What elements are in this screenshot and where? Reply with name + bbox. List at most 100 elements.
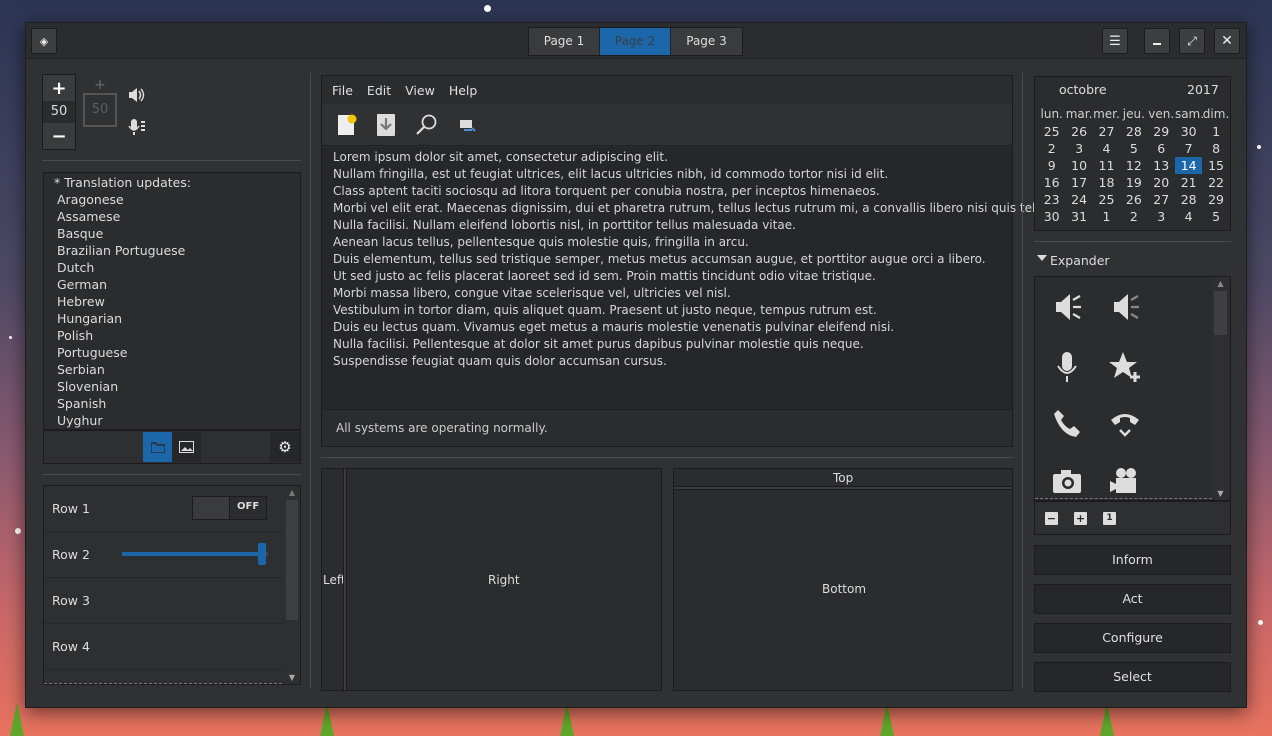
calendar-day[interactable]: 5	[1202, 208, 1229, 225]
calendar-day[interactable]: 28	[1120, 123, 1147, 140]
mic-button[interactable]	[127, 118, 149, 138]
video-camera-icon[interactable]	[1105, 461, 1145, 501]
download-button[interactable]	[376, 113, 398, 137]
phone-icon[interactable]	[1047, 403, 1087, 443]
star-add-icon[interactable]	[1105, 347, 1145, 387]
calendar-day[interactable]: 11	[1093, 157, 1120, 174]
calendar-day[interactable]: 20	[1148, 174, 1175, 191]
calendar-day[interactable]: 26	[1065, 123, 1092, 140]
scroll-up-arrow[interactable]: ▲	[1212, 277, 1229, 291]
camera-icon[interactable]	[1047, 461, 1087, 501]
list-item[interactable]: Assamese	[44, 208, 300, 225]
list-item[interactable]: Dutch	[44, 259, 300, 276]
tab-page-2[interactable]: Page 2	[600, 28, 671, 55]
zoom-out-button[interactable]: −	[1045, 512, 1058, 525]
list-item[interactable]: Spanish	[44, 395, 300, 412]
calendar-day[interactable]: 4	[1175, 208, 1202, 225]
new-document-button[interactable]	[336, 113, 358, 137]
calendar-day[interactable]: 2	[1038, 140, 1065, 157]
calendar-day[interactable]: 31	[1065, 208, 1092, 225]
calendar-day[interactable]: 9	[1038, 157, 1065, 174]
text-area[interactable]: Lorem ipsum dolor sit amet, consectetur …	[322, 147, 1056, 409]
menu-file[interactable]: File	[332, 83, 353, 98]
hamburger-menu-button[interactable]: ☰	[1102, 28, 1128, 54]
calendar-day[interactable]: 24	[1065, 191, 1092, 208]
menu-edit[interactable]: Edit	[367, 83, 391, 98]
calendar-day[interactable]: 2	[1120, 208, 1147, 225]
list-item[interactable]: German	[44, 276, 300, 293]
search-button[interactable]	[415, 113, 439, 137]
select-button[interactable]: Select	[1034, 662, 1231, 692]
list-item[interactable]: Serbian	[44, 361, 300, 378]
rows-scrollbar[interactable]: ▲ ▼	[284, 486, 300, 684]
call-hangup-icon[interactable]	[1105, 403, 1145, 443]
zoom-in-button[interactable]: +	[1074, 512, 1087, 525]
calendar-day[interactable]: 8	[1202, 140, 1229, 157]
menu-help[interactable]: Help	[449, 83, 478, 98]
calendar-day[interactable]: 25	[1093, 191, 1120, 208]
calendar-year[interactable]: 2017	[1187, 82, 1219, 97]
calendar-day[interactable]: 16	[1038, 174, 1065, 191]
list-item-row-2[interactable]: Row 2	[44, 532, 284, 578]
scroll-down-arrow[interactable]: ▼	[1212, 489, 1229, 498]
calendar-day[interactable]: 27	[1093, 123, 1120, 140]
list-item-row-4[interactable]: Row 4	[44, 624, 284, 670]
calendar-day[interactable]: 30	[1038, 208, 1065, 225]
app-menu-button[interactable]: ◈	[31, 28, 57, 54]
icon-view-scrollbar[interactable]: ▲ ▼	[1212, 277, 1229, 500]
list-item[interactable]: Hungarian	[44, 310, 300, 327]
calendar-day[interactable]: 25	[1038, 123, 1065, 140]
configure-button[interactable]: Configure	[1034, 623, 1231, 653]
list-item-row-1[interactable]: Row 1 OFF	[44, 486, 284, 532]
list-item[interactable]: Uyghur	[44, 412, 300, 429]
calendar-day[interactable]: 18	[1093, 174, 1120, 191]
language-list[interactable]: * Translation updates: Aragonese Assamese…	[43, 172, 301, 430]
image-view-button[interactable]	[172, 432, 201, 462]
list-item[interactable]: Slovenian	[44, 378, 300, 395]
close-button[interactable]: ✕	[1214, 28, 1240, 54]
view-mode-button[interactable]	[143, 432, 172, 462]
list-item[interactable]: Hebrew	[44, 293, 300, 310]
list-item-row-3[interactable]: Row 3	[44, 578, 284, 624]
menu-view[interactable]: View	[405, 83, 435, 98]
list-item[interactable]: Basque	[44, 225, 300, 242]
calendar-day[interactable]: 29	[1148, 123, 1175, 140]
calendar-day[interactable]: 13	[1148, 157, 1175, 174]
calendar-day[interactable]: 22	[1202, 174, 1229, 191]
calendar-day[interactable]: 12	[1120, 157, 1147, 174]
calendar-day[interactable]: 7	[1175, 140, 1202, 157]
scroll-thumb[interactable]	[286, 500, 298, 620]
toggle-switch[interactable]: OFF	[192, 496, 267, 520]
calendar-day[interactable]: 17	[1065, 174, 1092, 191]
act-button[interactable]: Act	[1034, 584, 1231, 614]
scroll-thumb[interactable]	[1214, 291, 1227, 335]
calendar-day[interactable]: 29	[1202, 191, 1229, 208]
calendar-month[interactable]: octobre	[1059, 82, 1107, 97]
list-item[interactable]: Aragonese	[44, 191, 300, 208]
list-item[interactable]: Portuguese	[44, 344, 300, 361]
audio-volume-low-icon[interactable]	[1105, 287, 1145, 327]
calendar-day[interactable]: 1	[1202, 123, 1229, 140]
list-item[interactable]: Polish	[44, 327, 300, 344]
tab-page-1[interactable]: Page 1	[529, 28, 600, 55]
row-slider[interactable]	[122, 543, 268, 565]
microphone-icon[interactable]	[1047, 347, 1087, 387]
spinner-value[interactable]: 50	[43, 101, 75, 123]
calendar-day[interactable]: 4	[1093, 140, 1120, 157]
calendar-day[interactable]: 27	[1148, 191, 1175, 208]
list-item[interactable]: Brazilian Portuguese	[44, 242, 300, 259]
calendar-day[interactable]: 3	[1148, 208, 1175, 225]
spinner-decrement-button[interactable]: −	[43, 123, 75, 149]
screenshot-button[interactable]	[458, 117, 476, 135]
calendar-day[interactable]: 21	[1175, 174, 1202, 191]
calendar-day[interactable]: 28	[1175, 191, 1202, 208]
maximize-button[interactable]: ⤢	[1179, 28, 1205, 54]
calendar-day[interactable]: 5	[1120, 140, 1147, 157]
calendar-day[interactable]: 23	[1038, 191, 1065, 208]
calendar-day[interactable]: 6	[1148, 140, 1175, 157]
slider-handle[interactable]	[258, 543, 267, 565]
spinner-increment-button[interactable]: +	[43, 75, 75, 101]
calendar-day[interactable]: 30	[1175, 123, 1202, 140]
zoom-reset-button[interactable]: 1	[1103, 512, 1116, 525]
minimize-button[interactable]	[1144, 28, 1170, 54]
